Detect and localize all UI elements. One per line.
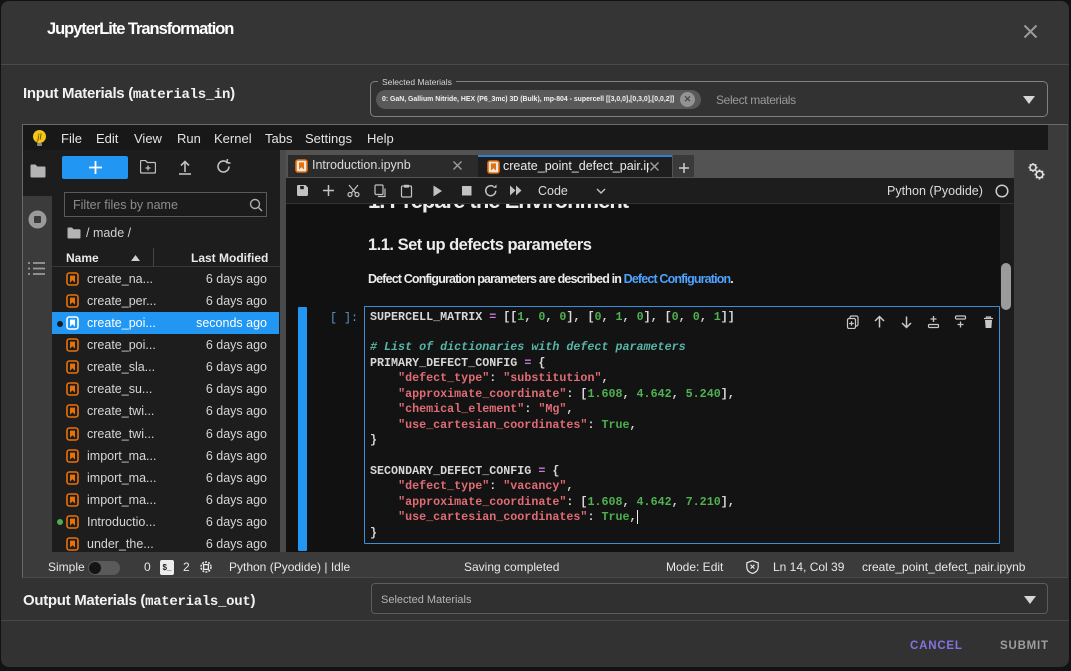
svg-text:jl: jl	[35, 133, 42, 142]
